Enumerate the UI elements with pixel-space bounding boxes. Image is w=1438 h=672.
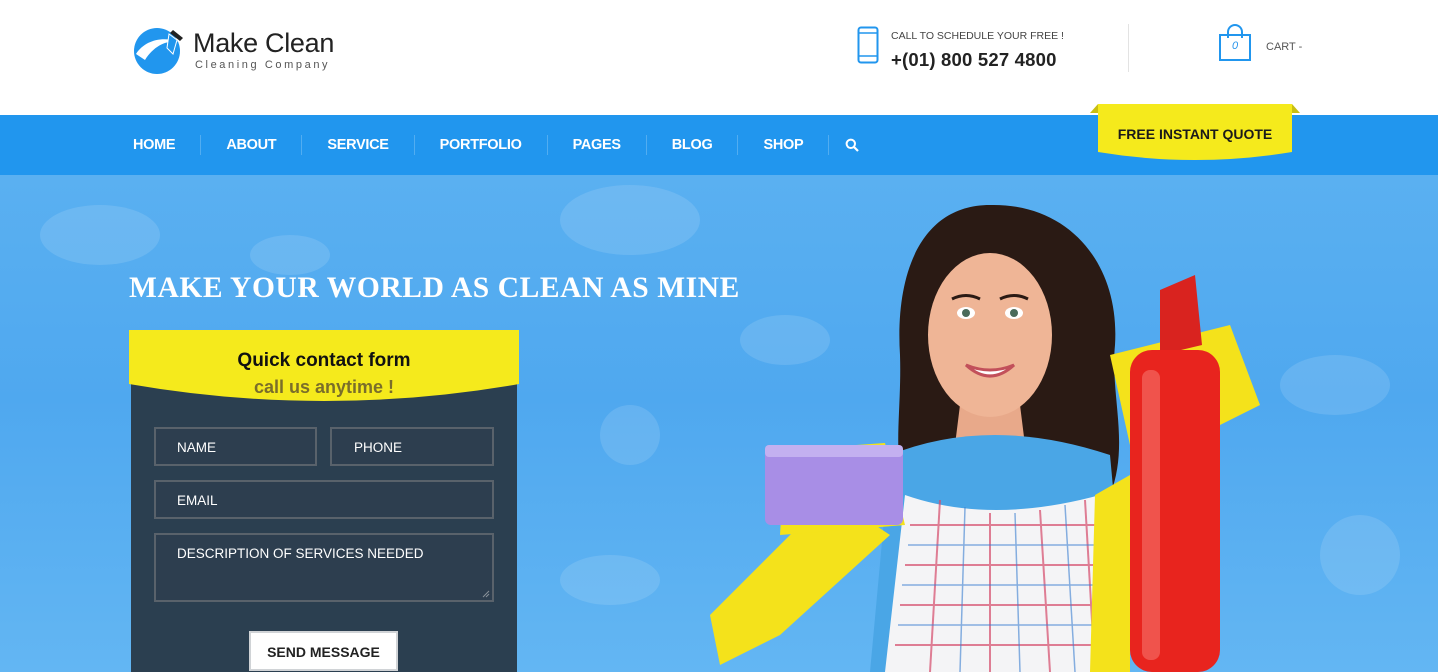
site-header: Make Clean Cleaning Company CALL TO SCHE… <box>0 0 1438 115</box>
water-splash <box>1320 515 1400 595</box>
water-splash <box>1280 355 1390 415</box>
water-splash <box>250 235 330 275</box>
header-divider <box>1128 24 1129 72</box>
search-icon[interactable] <box>845 138 859 152</box>
cleaning-woman-illustration <box>710 204 1260 672</box>
nav-item-portfolio[interactable]: PORTFOLIO <box>440 137 522 153</box>
free-quote-label: FREE INSTANT QUOTE <box>1117 126 1273 142</box>
resize-grip-icon[interactable] <box>482 590 490 598</box>
brand-logo[interactable]: Make Clean Cleaning Company <box>133 24 353 80</box>
phone-input[interactable]: PHONE <box>330 427 494 466</box>
send-message-button[interactable]: SEND MESSAGE <box>249 631 398 671</box>
nav-separator <box>645 135 647 155</box>
hero-headline: MAKE YOUR WORLD AS CLEAN AS MINE <box>129 272 740 304</box>
name-input[interactable]: NAME <box>154 427 317 466</box>
water-splash <box>40 205 160 265</box>
mobile-phone-icon <box>857 26 879 64</box>
description-textarea[interactable]: DESCRIPTION OF SERVICES NEEDED <box>154 533 494 602</box>
nav-separator <box>301 135 303 155</box>
quick-contact-form: Quick contact form call us anytime ! NAM… <box>129 330 519 672</box>
nav-item-service[interactable]: SERVICE <box>327 137 389 153</box>
water-splash <box>560 185 700 255</box>
form-title: Quick contact form <box>237 350 411 371</box>
call-to-schedule-label: CALL TO SCHEDULE YOUR FREE ! <box>891 30 1064 42</box>
nav-separator <box>546 135 548 155</box>
form-header: Quick contact form call us anytime ! <box>129 330 519 410</box>
nav-separator <box>200 135 202 155</box>
nav-menu: HOME ABOUT SERVICE PORTFOLIO PAGES BLOG … <box>133 115 854 175</box>
hero-section: MAKE YOUR WORLD AS CLEAN AS MINE Quick c… <box>0 175 1438 672</box>
description-placeholder: DESCRIPTION OF SERVICES NEEDED <box>177 546 424 561</box>
water-splash <box>600 405 660 465</box>
email-input[interactable]: EMAIL <box>154 480 494 519</box>
form-subtitle: call us anytime ! <box>253 377 395 397</box>
nav-separator <box>413 135 415 155</box>
nav-item-shop[interactable]: SHOP <box>763 137 803 153</box>
nav-separator <box>828 135 830 155</box>
brand-name: Make Clean <box>193 28 335 58</box>
water-splash <box>560 555 660 605</box>
free-quote-button[interactable]: FREE INSTANT QUOTE <box>1090 104 1300 162</box>
cart-count: 0 <box>1231 40 1239 52</box>
phone-contact: CALL TO SCHEDULE YOUR FREE ! +(01) 800 5… <box>857 24 1117 74</box>
nav-item-blog[interactable]: BLOG <box>672 137 713 153</box>
nav-item-pages[interactable]: PAGES <box>573 137 622 153</box>
phone-number[interactable]: +(01) 800 527 4800 <box>891 49 1057 71</box>
nav-separator <box>737 135 739 155</box>
nav-item-home[interactable]: HOME <box>133 137 176 153</box>
cart-widget[interactable]: 0 CART - <box>1218 24 1318 64</box>
cart-label: CART - <box>1266 41 1303 53</box>
logo-swoosh-icon <box>134 28 183 74</box>
brand-tagline: Cleaning Company <box>195 59 331 71</box>
nav-item-about[interactable]: ABOUT <box>226 137 276 153</box>
